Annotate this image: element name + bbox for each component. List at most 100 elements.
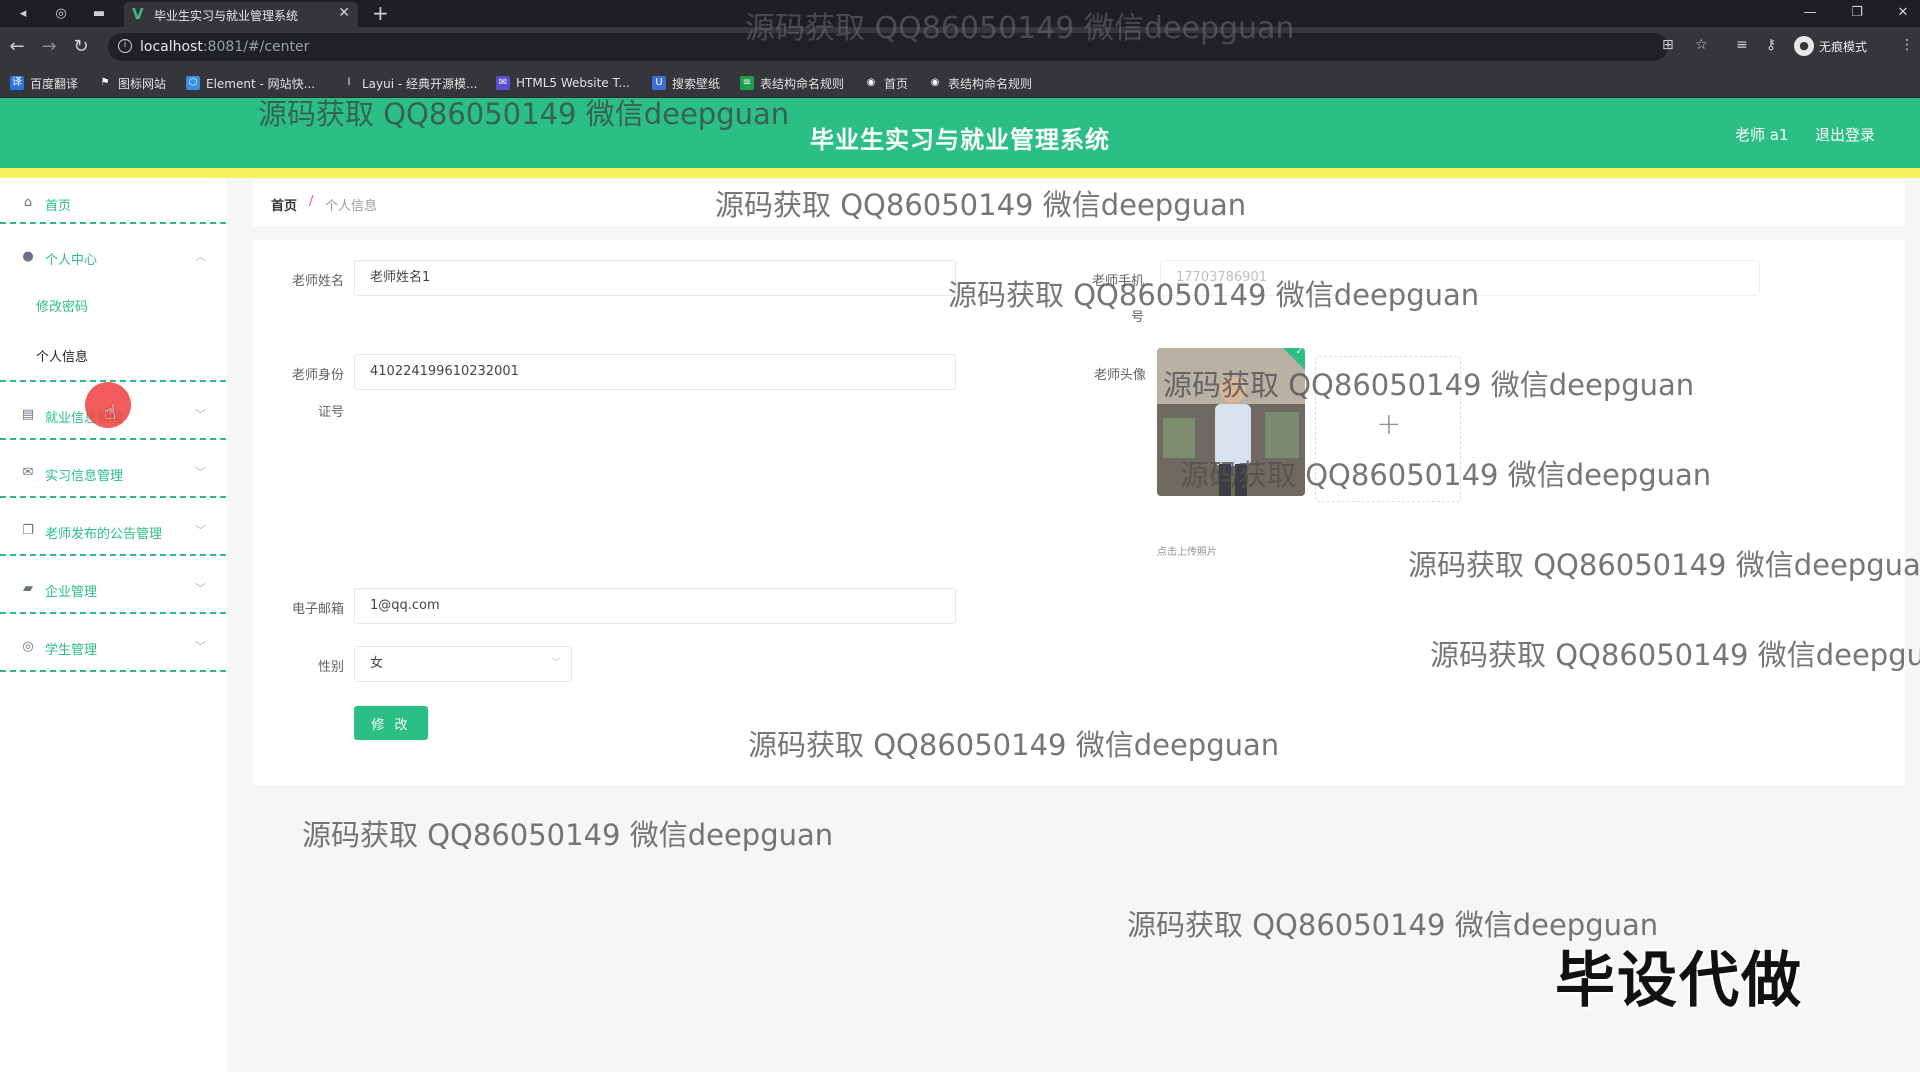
watermark-text: 源码获取 QQ86050149 微信deepguan bbox=[302, 818, 834, 852]
flag-icon: ⚑ bbox=[100, 77, 110, 88]
chevron-down-icon: ﹀ bbox=[195, 582, 206, 595]
layui-icon: l bbox=[347, 77, 351, 88]
translate-icon[interactable]: ⊞ bbox=[1662, 37, 1674, 53]
site-info-icon[interactable]: i bbox=[118, 39, 132, 53]
avatar-photo bbox=[1157, 348, 1305, 496]
gender-label: 性别 bbox=[317, 660, 344, 675]
globe-icon: ◉ bbox=[866, 77, 876, 88]
url-bar[interactable]: i localhost:8081/#/center bbox=[108, 33, 1668, 61]
star-icon[interactable]: ☆ bbox=[1695, 37, 1708, 53]
sidebar-subitem-change-password[interactable]: 修改密码 bbox=[36, 296, 88, 318]
tab-title: 毕业生实习与就业管理系统 bbox=[154, 9, 299, 23]
bookmark-item[interactable]: ≡ 表结构命名规则 bbox=[740, 74, 844, 92]
menu-divider bbox=[0, 222, 226, 224]
sidebar: ⌂ 首页 ● 个人中心 ︿ 修改密码 个人信息 ▤ 就业信息管理 ﹀ ✉ 实习信… bbox=[0, 178, 226, 1072]
clipboard-icon: ▤ bbox=[21, 407, 35, 422]
bookmark-item[interactable]: ⚑ 图标网站 bbox=[98, 74, 167, 92]
back-arrow-icon[interactable]: ← bbox=[6, 36, 28, 58]
menu-dots-icon[interactable]: ⋮ bbox=[1900, 37, 1914, 53]
html5-icon: ✉ bbox=[496, 76, 510, 90]
sidebar-item-label: 实习信息管理 bbox=[45, 469, 124, 484]
url-host: localhost bbox=[140, 39, 203, 55]
idcard-input[interactable]: 410224199610232001 bbox=[354, 354, 956, 390]
email-input[interactable]: 1@qq.com bbox=[354, 588, 956, 624]
bookmark-label: 搜索壁纸 bbox=[672, 76, 721, 91]
app-title: 毕业生实习与就业管理系统 bbox=[810, 126, 1110, 154]
breadcrumb-home[interactable]: 首页 bbox=[271, 195, 297, 214]
speaker-icon[interactable]: ◂ bbox=[12, 3, 34, 25]
name-label: 老师姓名 bbox=[291, 274, 344, 289]
new-tab-icon[interactable]: + bbox=[372, 1, 389, 25]
personal-info-form bbox=[253, 240, 1905, 785]
chevron-up-icon: ︿ bbox=[195, 250, 206, 263]
bookmarks-bar: 译百度翻译 ⚑ 图标网站 ⬡ Element - 网站快... l Layui - 经… bbox=[0, 67, 1920, 98]
menu-divider bbox=[0, 496, 226, 498]
close-window-icon[interactable]: ✕ bbox=[1888, 2, 1918, 24]
bookmark-label: 表结构命名规则 bbox=[948, 76, 1033, 91]
phone-label-wrap: 号 bbox=[1130, 310, 1144, 325]
chevron-down-icon: ﹀ bbox=[195, 466, 206, 479]
minimize-icon[interactable]: — bbox=[1795, 2, 1825, 24]
sidebar-item-home[interactable]: ⌂ 首页 bbox=[0, 178, 226, 234]
logout-link[interactable]: 退出登录 bbox=[1815, 124, 1875, 145]
restore-icon[interactable]: ❐ bbox=[1842, 2, 1872, 24]
key-icon[interactable]: ⚷ bbox=[1766, 37, 1776, 53]
profile-label: 无痕模式 bbox=[1819, 39, 1868, 54]
bookmark-item[interactable]: ◉ 表结构命名规则 bbox=[928, 74, 1032, 92]
globe-icon[interactable]: ◎ bbox=[50, 3, 72, 25]
bookmark-item[interactable]: 译百度翻译 bbox=[10, 74, 78, 92]
sidebar-item-label: 学生管理 bbox=[45, 643, 98, 658]
bookmark-item[interactable]: U 搜索壁纸 bbox=[652, 74, 720, 92]
chevron-down-icon: ﹀ bbox=[551, 658, 561, 669]
url-text: localhost:8081/#/center bbox=[140, 39, 309, 55]
avatar-image[interactable]: ✓ bbox=[1157, 348, 1305, 496]
avatar-label: 老师头像 bbox=[1093, 368, 1146, 383]
bookmark-label: 首页 bbox=[884, 76, 909, 91]
sidebar-item-personal-center[interactable]: ● 个人中心 ︿ bbox=[0, 232, 226, 288]
phone-input[interactable]: 17703786901 bbox=[1160, 260, 1760, 296]
menu-divider bbox=[0, 612, 226, 614]
upload-hint: 点击上传照片 bbox=[1157, 547, 1217, 558]
url-path: :8081/#/center bbox=[202, 39, 310, 55]
reload-icon[interactable]: ↻ bbox=[70, 36, 92, 58]
bookmark-item[interactable]: ◉ 首页 bbox=[864, 74, 908, 92]
submit-button[interactable]: 修 改 bbox=[354, 706, 428, 740]
browser-tab-active[interactable]: V 毕业生实习与就业管理系统 ✕ bbox=[124, 2, 358, 27]
copy-icon: ❐ bbox=[22, 523, 34, 538]
sidebar-item-label: 首页 bbox=[45, 199, 72, 214]
check-icon: ✓ bbox=[1295, 348, 1303, 357]
bookmark-label: Layui - 经典开源模... bbox=[362, 76, 478, 91]
idcard-label-wrap: 证号 bbox=[317, 405, 344, 420]
browser-address-bar: ← → ↻ i localhost:8081/#/center ⊞ ☆ ≡ ⚷ … bbox=[0, 27, 1920, 67]
globe-icon: ◉ bbox=[930, 77, 940, 88]
bookmark-item[interactable]: l Layui - 经典开源模... bbox=[342, 74, 478, 92]
pointer-cursor-icon: ☝ bbox=[104, 400, 117, 424]
bookmark-label: 表结构命名规则 bbox=[760, 76, 845, 91]
bookmark-icon: 译 bbox=[10, 76, 24, 90]
forward-arrow-icon[interactable]: → bbox=[38, 36, 60, 58]
reading-list-icon[interactable]: ≡ bbox=[1736, 37, 1748, 53]
avatar-upload-button[interactable]: + bbox=[1315, 356, 1461, 502]
name-input[interactable]: 老师姓名1 bbox=[354, 260, 956, 296]
menu-divider bbox=[0, 670, 226, 672]
gender-selected-value: 女 bbox=[370, 656, 384, 671]
plus-icon: + bbox=[1376, 407, 1402, 442]
sidebar-subitem-personal-info[interactable]: 个人信息 bbox=[36, 346, 88, 368]
profile-button[interactable]: ● 无痕模式 bbox=[1794, 35, 1867, 57]
close-tab-icon[interactable]: ✕ bbox=[338, 5, 350, 21]
bookmark-item[interactable]: ⬡ Element - 网站快... bbox=[186, 74, 315, 92]
window-icon[interactable]: ▬ bbox=[88, 3, 110, 25]
sidebar-item-label: 企业管理 bbox=[45, 585, 98, 600]
briefcase-icon: ▰ bbox=[23, 581, 33, 596]
gender-select[interactable]: 女 ﹀ bbox=[354, 646, 572, 682]
chevron-down-icon: ﹀ bbox=[195, 524, 206, 537]
bookmark-label: Element - 网站快... bbox=[206, 76, 316, 91]
compass-icon: ◎ bbox=[22, 639, 34, 654]
bookmark-item[interactable]: ✉ HTML5 Website T... bbox=[496, 74, 630, 92]
breadcrumb: 首页 / 个人信息 bbox=[253, 180, 1905, 226]
incognito-icon: ● bbox=[1794, 36, 1814, 56]
sidebar-item-label: 老师发布的公告管理 bbox=[45, 527, 163, 542]
menu-divider bbox=[0, 438, 226, 440]
user-icon: ● bbox=[22, 249, 34, 264]
menu-divider bbox=[0, 554, 226, 556]
